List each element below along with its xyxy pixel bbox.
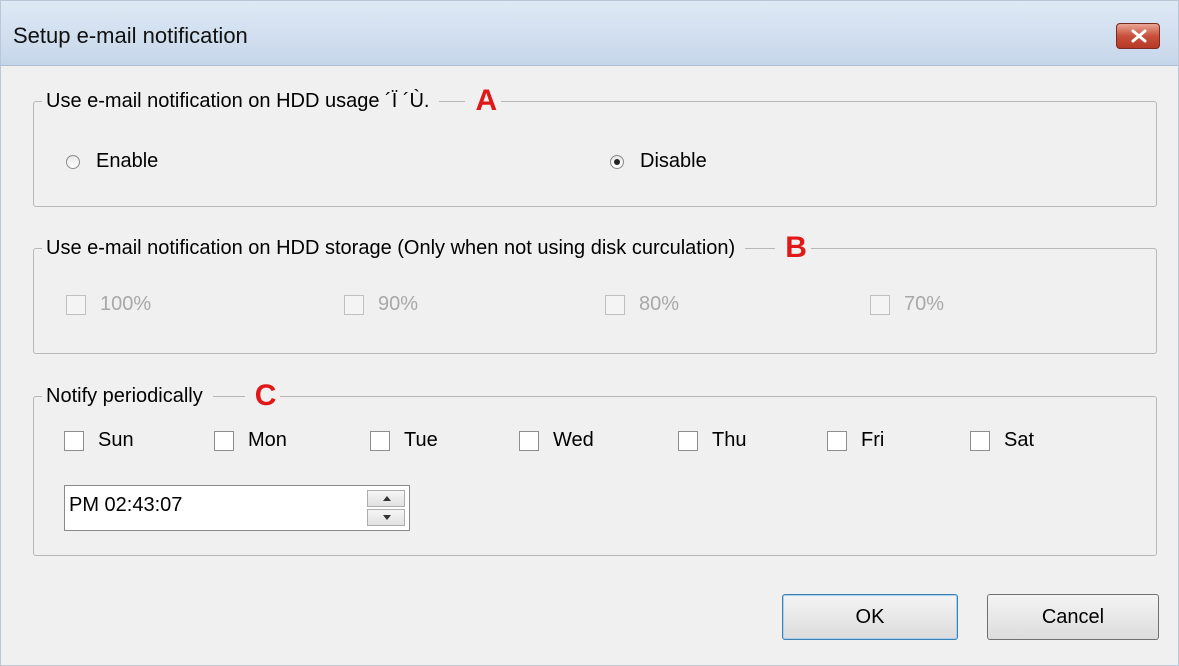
storage-90-box[interactable] — [344, 294, 364, 315]
storage-100-checkbox[interactable]: 100% — [66, 293, 151, 316]
day-mon-label: Mon — [248, 429, 287, 451]
close-x-icon — [1131, 29, 1147, 43]
time-input[interactable] — [69, 494, 349, 517]
hdd-storage-group: Use e-mail notification on HDD storage (… — [33, 233, 1157, 354]
storage-70-label: 70% — [904, 293, 945, 315]
spin-down-button[interactable] — [367, 509, 405, 526]
day-wed-box[interactable] — [519, 430, 539, 451]
day-fri-box[interactable] — [827, 430, 847, 451]
day-sun-label: Sun — [98, 429, 134, 451]
legend-divider — [439, 100, 466, 102]
window-title: Setup e-mail notification — [13, 23, 248, 48]
day-wed-label: Wed — [553, 429, 594, 451]
day-wed-checkbox[interactable]: Wed — [519, 429, 594, 452]
annotation-marker-a: A — [475, 84, 498, 117]
storage-70-checkbox[interactable]: 70% — [870, 293, 944, 316]
disable-radio-label: Disable — [640, 150, 707, 172]
day-sat-checkbox[interactable]: Sat — [970, 429, 1034, 452]
day-mon-checkbox[interactable]: Mon — [214, 429, 287, 452]
notify-periodically-group: Notify periodically C Sun Mon Tue Wed Th… — [33, 381, 1157, 556]
day-sun-box[interactable] — [64, 430, 84, 451]
day-tue-checkbox[interactable]: Tue — [370, 429, 438, 452]
storage-80-checkbox[interactable]: 80% — [605, 293, 679, 316]
close-button[interactable] — [1116, 23, 1160, 49]
cancel-button[interactable]: Cancel — [987, 594, 1159, 640]
legend-divider — [212, 395, 245, 397]
day-sat-box[interactable] — [970, 430, 990, 451]
day-thu-label: Thu — [712, 429, 747, 451]
arrow-down-icon — [383, 515, 391, 520]
hdd-storage-group-title: Use e-mail notification on HDD storage (… — [46, 237, 736, 259]
time-spinner[interactable] — [367, 490, 405, 526]
enable-radio[interactable]: Enable — [66, 150, 158, 173]
hdd-usage-group: Use e-mail notification on HDD usage ´Ï … — [33, 86, 1157, 207]
storage-100-label: 100% — [100, 293, 152, 315]
arrow-up-icon — [383, 496, 391, 501]
day-thu-checkbox[interactable]: Thu — [678, 429, 746, 452]
ok-button[interactable]: OK — [782, 594, 958, 640]
hdd-usage-group-title: Use e-mail notification on HDD usage ´Ï … — [46, 90, 430, 112]
title-bar[interactable]: Setup e-mail notification — [1, 1, 1178, 66]
enable-radio-circle[interactable] — [66, 154, 80, 169]
day-fri-checkbox[interactable]: Fri — [827, 429, 884, 452]
storage-90-checkbox[interactable]: 90% — [344, 293, 418, 316]
storage-80-box[interactable] — [605, 294, 625, 315]
day-mon-box[interactable] — [214, 430, 234, 451]
day-fri-label: Fri — [861, 429, 885, 451]
notify-periodically-group-title: Notify periodically — [46, 385, 203, 407]
day-thu-box[interactable] — [678, 430, 698, 451]
email-notification-dialog: Setup e-mail notification Use e-mail not… — [0, 0, 1179, 666]
spin-up-button[interactable] — [367, 490, 405, 507]
storage-100-box[interactable] — [66, 294, 86, 315]
storage-90-label: 90% — [378, 293, 419, 315]
disable-radio-circle[interactable] — [610, 154, 624, 169]
disable-radio[interactable]: Disable — [610, 150, 707, 173]
storage-80-label: 80% — [639, 293, 680, 315]
annotation-marker-c: C — [254, 379, 277, 412]
time-picker[interactable] — [64, 485, 410, 531]
enable-radio-label: Enable — [96, 150, 159, 172]
annotation-marker-b: B — [785, 231, 807, 264]
day-tue-box[interactable] — [370, 430, 390, 451]
day-sun-checkbox[interactable]: Sun — [64, 429, 134, 452]
storage-70-box[interactable] — [870, 294, 890, 315]
legend-divider — [745, 247, 776, 249]
day-tue-label: Tue — [404, 429, 438, 451]
day-sat-label: Sat — [1004, 429, 1035, 451]
